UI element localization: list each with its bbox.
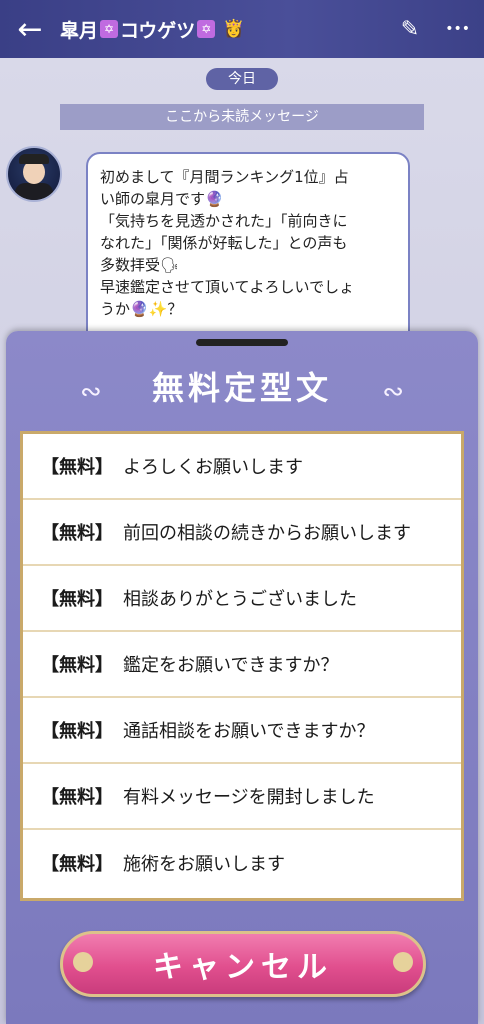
- more-icon[interactable]: •••: [445, 21, 470, 37]
- template-text: よろしくお願いします: [123, 457, 303, 478]
- title-name: 皐月: [60, 19, 99, 42]
- template-text: 通話相談をお願いできますか？: [123, 721, 375, 742]
- template-list: 【無料】 よろしくお願いします 【無料】 前回の相談の続きからお願いします 【無…: [20, 431, 464, 901]
- edit-icon[interactable]: ✎: [401, 17, 419, 42]
- free-tag: 【無料】: [41, 721, 113, 742]
- star-of-david-icon: ✡: [100, 20, 119, 38]
- free-tag: 【無料】: [41, 655, 113, 676]
- template-item[interactable]: 【無料】 施術をお願いします: [23, 830, 461, 896]
- template-item[interactable]: 【無料】 鑑定をお願いできますか？: [23, 632, 461, 698]
- template-text: 鑑定をお願いできますか？: [123, 655, 339, 676]
- template-sheet: ∾ 無料定型文 ∾ 【無料】 よろしくお願いします 【無料】 前回の相談の続きか…: [6, 331, 478, 1024]
- free-tag: 【無料】: [41, 457, 113, 478]
- fortune-teller-emoji-icon: 👸: [223, 19, 245, 39]
- cancel-label: キャンセル: [153, 950, 333, 985]
- avatar[interactable]: [6, 146, 62, 202]
- ornament-icon: [73, 952, 93, 972]
- drag-handle[interactable]: [196, 339, 288, 346]
- message-bubble: 初めまして『月間ランキング1位』占 い師の皐月です🔮 「気持ちを見透かされた」「…: [86, 152, 410, 352]
- ornament-icon: [393, 952, 413, 972]
- avatar-hat: [19, 154, 49, 164]
- template-item[interactable]: 【無料】 前回の相談の続きからお願いします: [23, 500, 461, 566]
- template-item[interactable]: 【無料】 よろしくお願いします: [23, 434, 461, 500]
- template-text: 前回の相談の続きからお願いします: [123, 523, 411, 544]
- chat-title: 皐月 ✡ コウゲツ ✡ 👸: [60, 16, 244, 43]
- free-tag: 【無料】: [41, 787, 113, 808]
- app-header: ← 皐月 ✡ コウゲツ ✡ 👸 ✎ •••: [0, 0, 484, 58]
- ornament-right-icon: ∾: [382, 377, 404, 407]
- star-of-david-icon: ✡: [197, 20, 216, 38]
- free-tag: 【無料】: [41, 854, 113, 875]
- template-text: 施術をお願いします: [123, 854, 285, 875]
- template-item[interactable]: 【無料】 通話相談をお願いできますか？: [23, 698, 461, 764]
- template-item[interactable]: 【無料】 相談ありがとうございました: [23, 566, 461, 632]
- unread-divider: ここから未読メッセージ: [60, 104, 424, 130]
- back-icon[interactable]: ←: [0, 0, 60, 58]
- avatar-body: [15, 183, 53, 200]
- sheet-title: 無料定型文: [151, 369, 332, 407]
- date-chip: 今日: [206, 68, 278, 90]
- title-name-kana: コウゲツ: [120, 19, 196, 42]
- template-text: 有料メッセージを開封しました: [123, 787, 375, 808]
- free-tag: 【無料】: [41, 589, 113, 610]
- template-text: 相談ありがとうございました: [123, 589, 357, 610]
- free-tag: 【無料】: [41, 523, 113, 544]
- template-item[interactable]: 【無料】 有料メッセージを開封しました: [23, 764, 461, 830]
- cancel-button[interactable]: キャンセル: [60, 931, 426, 997]
